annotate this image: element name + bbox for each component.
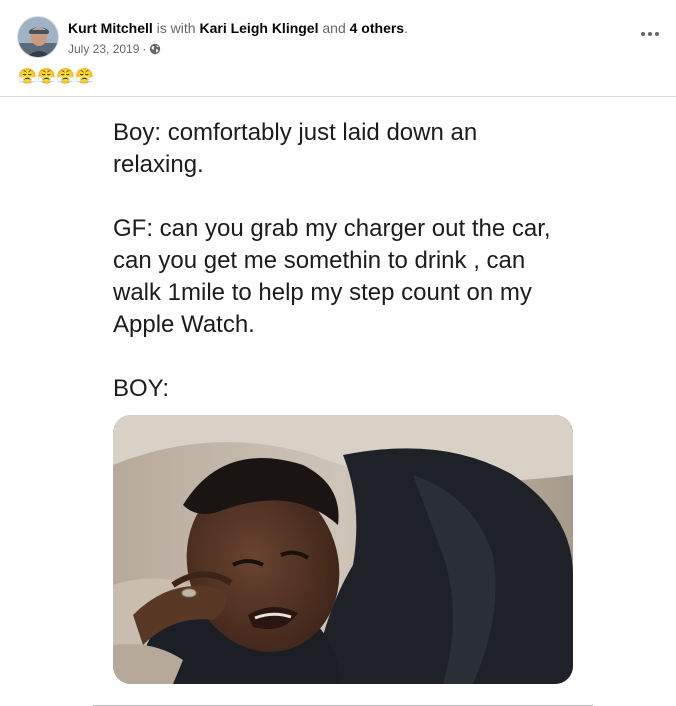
emoji-huffing-icon: 😤 <box>18 68 37 85</box>
post-image[interactable]: Boy: comfortably just laid down an relax… <box>0 97 676 706</box>
post-date-link[interactable]: July 23, 2019 <box>68 41 139 57</box>
post-meta: July 23, 2019 · <box>68 41 161 57</box>
tagged-person-link[interactable]: Kari Leigh Klingel <box>199 20 318 36</box>
author-line: Kurt Mitchell is with Kari Leigh Klingel… <box>68 19 408 37</box>
crying-man-photo <box>113 415 573 684</box>
with-text: is with <box>156 20 196 36</box>
meta-separator: · <box>142 42 147 56</box>
others-link[interactable]: 4 others <box>350 20 404 36</box>
emoji-huffing-icon: 😤 <box>56 68 75 85</box>
emoji-huffing-icon: 😤 <box>37 68 56 85</box>
globe-icon[interactable] <box>149 43 161 55</box>
more-options-icon <box>641 32 645 36</box>
more-options-dot <box>648 32 652 36</box>
more-options-dot <box>655 32 659 36</box>
period-text: . <box>404 20 408 36</box>
post-caption: 😤 😤 😤 😤 <box>18 68 94 86</box>
post-header: Kurt Mitchell is with Kari Leigh Klingel… <box>0 0 676 96</box>
and-text: and <box>322 20 346 36</box>
more-options-button[interactable] <box>638 24 662 44</box>
meme-text: Boy: comfortably just laid down an relax… <box>113 119 551 402</box>
author-avatar[interactable] <box>17 16 59 58</box>
emoji-huffing-icon: 😤 <box>75 68 94 85</box>
avatar-photo-icon <box>18 17 58 57</box>
author-name-link[interactable]: Kurt Mitchell <box>68 20 153 36</box>
crying-man-illustration <box>113 415 573 684</box>
